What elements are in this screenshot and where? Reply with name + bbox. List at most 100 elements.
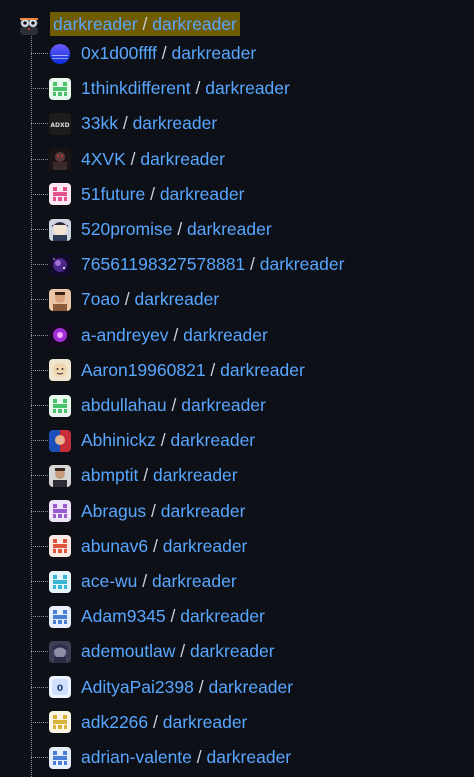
- fork-row: abmptit / darkreader: [31, 458, 238, 493]
- root-repo-link[interactable]: darkreader: [152, 14, 237, 34]
- avatar-identicon-blue-icon[interactable]: [49, 746, 71, 769]
- tree-branch-line: [31, 405, 48, 406]
- avatar-identicon-purple-icon[interactable]: [49, 500, 71, 523]
- avatar-identicon-cyan-icon[interactable]: [49, 570, 71, 593]
- fork-row: ace-wu / darkreader: [31, 564, 237, 599]
- fork-repo-link[interactable]: darkreader: [161, 501, 246, 521]
- fork-owner-link[interactable]: 7oao: [81, 289, 120, 309]
- avatar-text-logo-icon[interactable]: ADXD: [49, 112, 71, 135]
- fork-owner-link[interactable]: 76561198327578881: [81, 254, 245, 274]
- avatar-galaxy-icon[interactable]: [49, 253, 71, 276]
- avatar-cartoon-icon[interactable]: [49, 359, 71, 382]
- fork-repo-link[interactable]: darkreader: [260, 254, 345, 274]
- fork-owner-link[interactable]: 520promise: [81, 219, 172, 239]
- fork-row: Abhinickz / darkreader: [31, 423, 255, 458]
- avatar-identicon-pink-icon[interactable]: [49, 183, 71, 206]
- avatar-anime-dark-icon[interactable]: [49, 640, 71, 663]
- fork-owner-link[interactable]: Abragus: [81, 501, 146, 521]
- fork-separator: /: [137, 571, 153, 591]
- fork-owner-link[interactable]: Adam9345: [81, 606, 166, 626]
- fork-owner-link[interactable]: 4XVK: [81, 149, 126, 169]
- fork-owner-link[interactable]: AdityaPai2398: [81, 677, 194, 697]
- tree-branch-line: [31, 545, 48, 547]
- fork-owner-link[interactable]: 1thinkdifferent: [81, 78, 191, 98]
- fork-repo-link[interactable]: darkreader: [135, 289, 220, 309]
- fork-row: Adam9345 / darkreader: [31, 599, 265, 634]
- avatar-purple-orb-icon[interactable]: [49, 324, 71, 347]
- fork-owner-link[interactable]: adk2266: [81, 712, 148, 732]
- fork-row: abdullahau / darkreader: [31, 388, 266, 423]
- tree-branch-line: [31, 193, 48, 195]
- avatar-identicon-yellow-icon[interactable]: [49, 711, 71, 734]
- fork-separator: /: [166, 395, 182, 415]
- fork-owner-link[interactable]: abdullahau: [81, 395, 167, 415]
- fork-repo-link[interactable]: darkreader: [180, 606, 265, 626]
- tree-branch-line: [31, 123, 48, 125]
- avatar-photo-portrait-icon[interactable]: [49, 464, 71, 487]
- fork-repo-link[interactable]: darkreader: [181, 395, 266, 415]
- avatar-identicon-blue-icon[interactable]: [49, 605, 71, 628]
- avatar-anime-icon[interactable]: [49, 218, 71, 241]
- tree-branch-line: [31, 440, 48, 442]
- fork-owner-link[interactable]: 0x1d00ffff: [81, 43, 157, 63]
- avatar-identicon-green-icon[interactable]: [49, 394, 71, 417]
- tree-branch-line: [31, 581, 48, 582]
- fork-repo-link[interactable]: darkreader: [171, 430, 256, 450]
- fork-repo-link[interactable]: darkreader: [207, 747, 292, 767]
- fork-owner-link[interactable]: Aaron19960821: [81, 360, 206, 380]
- fork-repo-link[interactable]: darkreader: [133, 113, 218, 133]
- fork-row: Aaron19960821 / darkreader: [31, 353, 305, 388]
- fork-repo-link[interactable]: darkreader: [160, 184, 245, 204]
- avatar-identicon-red-icon[interactable]: [49, 535, 71, 558]
- tree-branch-line: [31, 229, 48, 230]
- tree-branch-line: [31, 651, 48, 653]
- fork-owner-link[interactable]: ace-wu: [81, 571, 137, 591]
- fork-separator: /: [245, 254, 260, 275]
- tree-branch-line: [31, 53, 48, 54]
- fork-owner-link[interactable]: abunav6: [81, 536, 148, 556]
- avatar-photo-dark-icon[interactable]: [49, 148, 71, 171]
- fork-label: a-andreyev / darkreader: [81, 325, 268, 346]
- root-separator: /: [137, 14, 153, 34]
- avatar-gradient-blue-icon[interactable]: [49, 43, 71, 65]
- fork-repo-link[interactable]: darkreader: [208, 677, 293, 697]
- avatar-photo-colorful-icon[interactable]: [49, 429, 71, 452]
- fork-repo-link[interactable]: darkreader: [205, 78, 290, 98]
- root-owner-link[interactable]: darkreader: [53, 14, 138, 34]
- fork-row: 0 AdityaPai2398 / darkreader: [31, 670, 293, 705]
- fork-repo-link[interactable]: darkreader: [140, 149, 225, 169]
- fork-owner-link[interactable]: 33kk: [81, 113, 118, 133]
- fork-label: Aaron19960821 / darkreader: [81, 360, 305, 381]
- tree-branch-line: [31, 757, 48, 758]
- fork-row: adrian-valente / darkreader: [31, 740, 291, 775]
- fork-repo-link[interactable]: darkreader: [172, 43, 257, 63]
- fork-repo-link[interactable]: darkreader: [190, 641, 275, 661]
- fork-repo-link[interactable]: darkreader: [163, 712, 248, 732]
- fork-repo-link[interactable]: darkreader: [152, 571, 237, 591]
- fork-owner-link[interactable]: a-andreyev: [81, 325, 169, 345]
- fork-owner-link[interactable]: Abhinickz: [81, 430, 156, 450]
- fork-repo-link[interactable]: darkreader: [153, 465, 238, 485]
- tree-branch-line: [31, 510, 48, 512]
- fork-repo-link[interactable]: darkreader: [220, 360, 305, 380]
- fork-repo-link[interactable]: darkreader: [183, 325, 268, 345]
- avatar-identicon-green-icon[interactable]: [49, 77, 71, 100]
- fork-label: 0x1d00ffff / darkreader: [81, 43, 256, 64]
- avatar-photo-face-icon[interactable]: [49, 288, 71, 311]
- tree-branch-line: [31, 369, 48, 371]
- fork-label: ademoutlaw / darkreader: [81, 641, 275, 662]
- fork-row: ADXD 33kk / darkreader: [31, 106, 217, 141]
- fork-owner-link[interactable]: 51future: [81, 184, 145, 204]
- fork-owner-link[interactable]: abmptit: [81, 465, 138, 485]
- fork-owner-link[interactable]: ademoutlaw: [81, 641, 175, 661]
- fork-repo-link[interactable]: darkreader: [163, 536, 248, 556]
- root-repo-title[interactable]: darkreader / darkreader: [50, 12, 240, 36]
- fork-row: 51future / darkreader: [31, 177, 244, 212]
- fork-label: AdityaPai2398 / darkreader: [81, 677, 293, 698]
- fork-row: adk2266 / darkreader: [31, 705, 247, 740]
- fork-repo-link[interactable]: darkreader: [187, 219, 272, 239]
- fork-row: ademoutlaw / darkreader: [31, 634, 275, 669]
- fork-owner-link[interactable]: adrian-valente: [81, 747, 192, 767]
- avatar-letter-o-icon[interactable]: 0: [49, 676, 71, 699]
- fork-separator: /: [119, 289, 135, 310]
